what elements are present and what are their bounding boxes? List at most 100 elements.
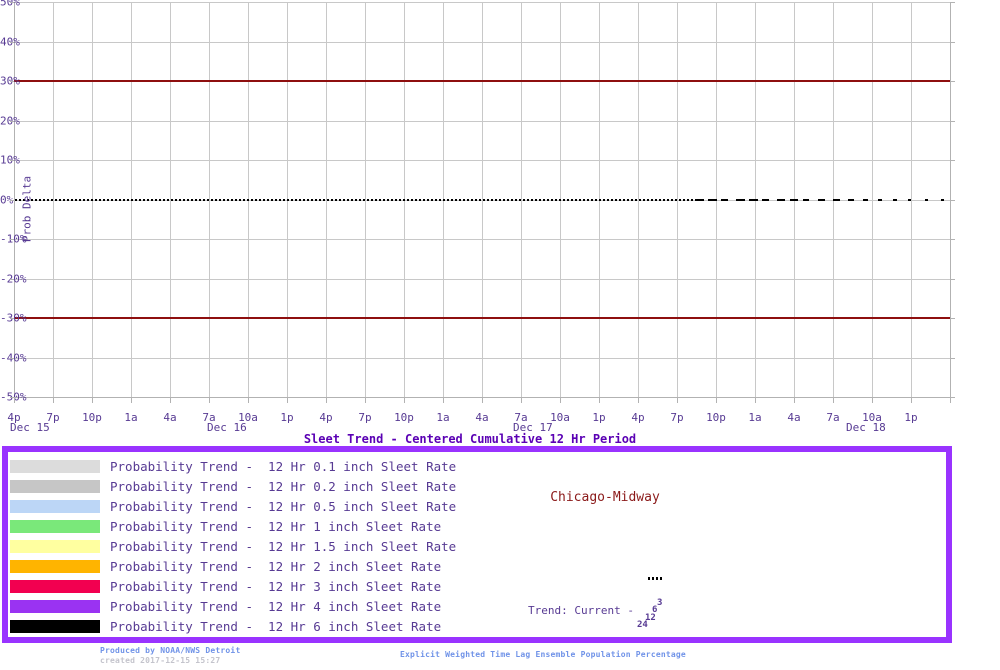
x-axis-tick-mark — [404, 397, 405, 403]
legend-label: Probability Trend - 12 Hr 1.5 inch Sleet… — [110, 540, 456, 553]
gridline-horizontal — [14, 239, 950, 240]
legend-label: Probability Trend - 12 Hr 2 inch Sleet R… — [110, 560, 441, 573]
legend-swatch — [10, 520, 100, 533]
zero-trend-line-dash — [777, 199, 785, 201]
y-axis-tick-mark — [10, 81, 14, 82]
x-axis-tick-mark — [755, 397, 756, 403]
zero-trend-line-dash — [803, 199, 809, 201]
x-axis-tick-mark — [14, 397, 15, 403]
y-axis-tick-mark — [10, 318, 14, 319]
zero-trend-line-dense — [15, 199, 695, 201]
zero-trend-line-dash — [749, 199, 758, 201]
x-axis-tick-mark — [92, 397, 93, 403]
x-axis-tick-mark — [833, 397, 834, 403]
legend-swatch — [10, 620, 100, 633]
zero-trend-line-dash — [695, 199, 704, 201]
x-tick-label: 10p — [82, 411, 102, 424]
gridline-horizontal — [14, 279, 950, 280]
y-axis-tick-mark — [10, 160, 14, 161]
x-axis-tick-mark — [638, 397, 639, 403]
legend-label: Probability Trend - 12 Hr 3 inch Sleet R… — [110, 580, 441, 593]
x-axis-tick-mark — [287, 397, 288, 403]
x-tick-label: 7p — [670, 411, 683, 424]
legend-label: Probability Trend - 12 Hr 6 inch Sleet R… — [110, 620, 441, 633]
legend-swatch — [10, 500, 100, 513]
legend-label: Probability Trend - 12 Hr 0.1 inch Sleet… — [110, 460, 456, 473]
y-axis-tick-mark — [950, 121, 955, 122]
x-tick-label: 1p — [592, 411, 605, 424]
y-axis-tick-mark — [950, 318, 955, 319]
y-axis-tick-mark — [950, 160, 955, 161]
y-axis-tick-mark — [950, 200, 955, 201]
x-tick-label: 1a — [436, 411, 449, 424]
x-axis-tick-mark — [209, 397, 210, 403]
x-axis-tick-mark — [677, 397, 678, 403]
x-tick-label: 1p — [280, 411, 293, 424]
y-axis-tick-mark — [10, 279, 14, 280]
gridline-horizontal — [14, 121, 950, 122]
x-tick-label: 10a — [550, 411, 570, 424]
zero-trend-line-dash — [925, 199, 928, 201]
x-axis-tick-mark — [599, 397, 600, 403]
station-label: Chicago-Midway — [455, 490, 755, 505]
footer-produced-by: Produced by NOAA/NWS Detroit — [100, 646, 240, 655]
x-tick-label: 4p — [631, 411, 644, 424]
x-tick-label: 10p — [706, 411, 726, 424]
trend-lag-number: 24 — [637, 620, 648, 630]
gridline-horizontal — [14, 160, 950, 161]
y-axis-tick-mark — [10, 358, 14, 359]
y-axis-tick-mark — [950, 81, 955, 82]
x-axis-tick-mark — [248, 397, 249, 403]
x-axis-tick-mark — [131, 397, 132, 403]
zero-trend-line-dash — [893, 199, 897, 201]
y-axis-tick-mark — [10, 239, 14, 240]
x-axis-tick-mark — [443, 397, 444, 403]
x-tick-label: 1p — [904, 411, 917, 424]
x-tick-label: 4a — [475, 411, 488, 424]
y-axis-tick-mark — [10, 2, 14, 3]
zero-trend-line-dash — [736, 199, 745, 201]
zero-trend-line-dash — [790, 199, 798, 201]
reference-line--30 — [14, 317, 950, 319]
zero-trend-line-dash — [833, 199, 840, 201]
x-axis-tick-mark — [794, 397, 795, 403]
gridline-horizontal — [14, 358, 950, 359]
legend-label: Probability Trend - 12 Hr 0.2 inch Sleet… — [110, 480, 456, 493]
zero-trend-line-dash — [708, 199, 717, 201]
gridline-horizontal — [14, 42, 950, 43]
zero-trend-line-dash — [721, 199, 728, 201]
x-axis-tick-mark — [170, 397, 171, 403]
y-axis-tick-mark — [950, 239, 955, 240]
y-axis-tick-mark — [950, 2, 955, 3]
x-axis-tick-mark — [53, 397, 54, 403]
legend-swatch — [10, 580, 100, 593]
legend-label: Probability Trend - 12 Hr 1 inch Sleet R… — [110, 520, 441, 533]
y-axis-title: Prob Delta — [21, 176, 34, 242]
x-tick-label: 1a — [124, 411, 137, 424]
legend-swatch — [10, 540, 100, 553]
legend-label: Probability Trend - 12 Hr 4 inch Sleet R… — [110, 600, 441, 613]
plot-area — [14, 2, 950, 397]
zero-trend-line-dash — [908, 199, 911, 201]
y-axis-tick-mark — [950, 397, 955, 398]
x-tick-label: 10p — [394, 411, 414, 424]
x-axis-tick-mark — [560, 397, 561, 403]
trend-lag-number: 3 — [657, 598, 662, 608]
x-tick-label: 4a — [787, 411, 800, 424]
legend-swatch — [10, 560, 100, 573]
x-axis-tick-mark — [872, 397, 873, 403]
y-axis-tick-mark — [10, 200, 14, 201]
legend-label: Probability Trend - 12 Hr 0.5 inch Sleet… — [110, 500, 456, 513]
zero-trend-line-dash — [818, 199, 825, 201]
trend-current-linestyle-sample — [648, 577, 664, 580]
legend-swatch — [10, 460, 100, 473]
y-axis-tick-mark — [950, 358, 955, 359]
legend-swatch — [10, 600, 100, 613]
legend-swatch — [10, 480, 100, 493]
x-axis-tick-mark — [482, 397, 483, 403]
x-tick-label: 7p — [358, 411, 371, 424]
x-axis-tick-mark — [521, 397, 522, 403]
trend-current-label: Trend: Current - — [528, 604, 634, 617]
x-axis-tick-mark — [716, 397, 717, 403]
x-axis-tick-mark — [365, 397, 366, 403]
